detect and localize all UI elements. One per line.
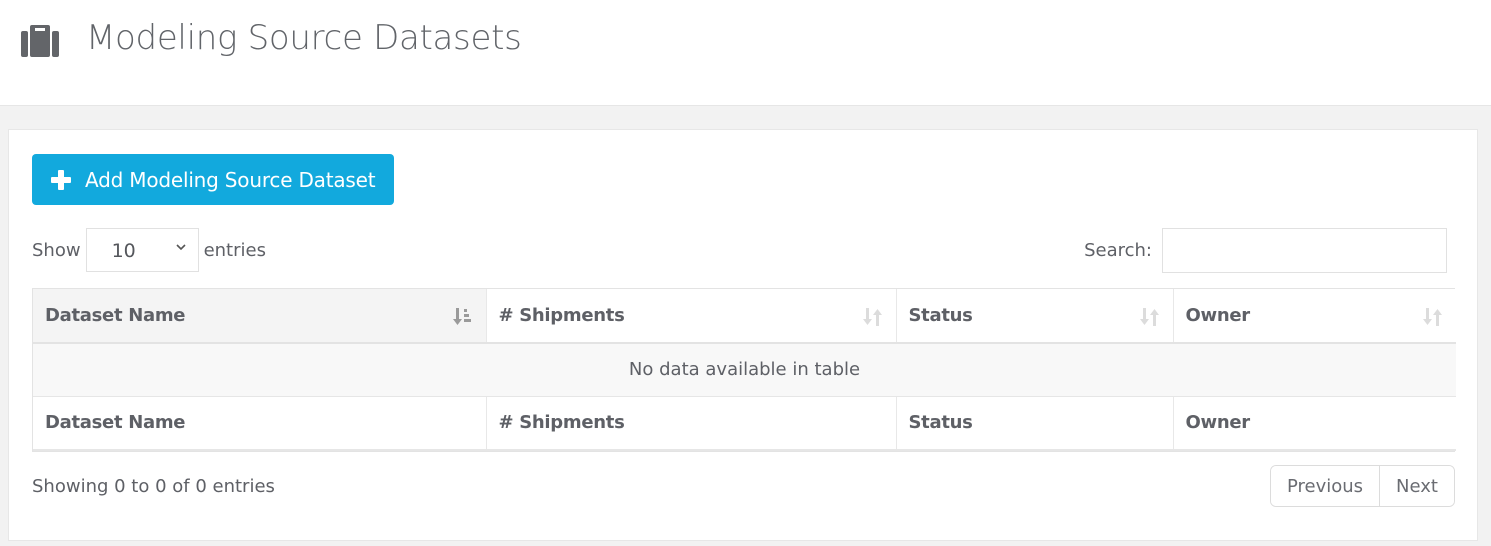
next-page-button[interactable]: Next bbox=[1380, 466, 1454, 506]
entries-per-page-value: 10 bbox=[111, 240, 136, 262]
footer-owner: Owner bbox=[1173, 396, 1456, 451]
sort-both-icon bbox=[1423, 308, 1442, 326]
sort-both-icon bbox=[1139, 308, 1159, 326]
page-title: Modeling Source Datasets bbox=[86, 18, 522, 58]
empty-table-message: No data available in table bbox=[33, 343, 1456, 397]
column-label: Owner bbox=[1185, 305, 1251, 326]
column-header-shipments[interactable]: # Shipments bbox=[486, 289, 897, 344]
column-header-owner[interactable]: Owner bbox=[1173, 289, 1456, 344]
page-header: Modeling Source Datasets bbox=[0, 0, 1491, 106]
column-label: Dataset Name bbox=[45, 305, 186, 326]
table-header-row: Dataset Name # Shipments Status Owner bbox=[33, 289, 1456, 344]
chevron-down-icon bbox=[176, 244, 186, 251]
column-header-dataset-name[interactable]: Dataset Name bbox=[33, 289, 487, 344]
previous-page-button[interactable]: Previous bbox=[1271, 466, 1380, 506]
search-label: Search: bbox=[1084, 239, 1152, 261]
briefcase-icon bbox=[21, 25, 59, 57]
entries-per-page-select[interactable]: 10 bbox=[85, 228, 199, 272]
search-control: Search: bbox=[1084, 227, 1447, 273]
entries-label: entries bbox=[203, 239, 266, 261]
datasets-table: Dataset Name # Shipments Status Owner No… bbox=[32, 288, 1456, 452]
add-button-label: Add Modeling Source Dataset bbox=[85, 167, 376, 192]
table-info: Showing 0 to 0 of 0 entries bbox=[32, 476, 275, 497]
entries-length-control: Show 10 entries bbox=[32, 228, 266, 272]
datasets-panel: Add Modeling Source Dataset Show 10 entr… bbox=[8, 129, 1478, 541]
column-header-status[interactable]: Status bbox=[896, 289, 1174, 344]
footer-status: Status bbox=[896, 396, 1174, 451]
footer-dataset-name: Dataset Name bbox=[33, 396, 487, 451]
plus-icon bbox=[51, 169, 71, 190]
column-label: # Shipments bbox=[498, 305, 625, 326]
column-label: Status bbox=[908, 305, 973, 326]
pagination: Previous Next bbox=[1270, 465, 1455, 507]
search-input[interactable] bbox=[1162, 227, 1447, 273]
show-label: Show bbox=[32, 239, 81, 261]
add-modeling-source-dataset-button[interactable]: Add Modeling Source Dataset bbox=[32, 154, 394, 205]
sort-ascending-icon bbox=[452, 308, 471, 325]
sort-both-icon bbox=[862, 308, 882, 326]
table-footer-row: Dataset Name # Shipments Status Owner bbox=[33, 396, 1456, 451]
footer-shipments: # Shipments bbox=[486, 396, 897, 451]
empty-row: No data available in table bbox=[33, 343, 1456, 397]
